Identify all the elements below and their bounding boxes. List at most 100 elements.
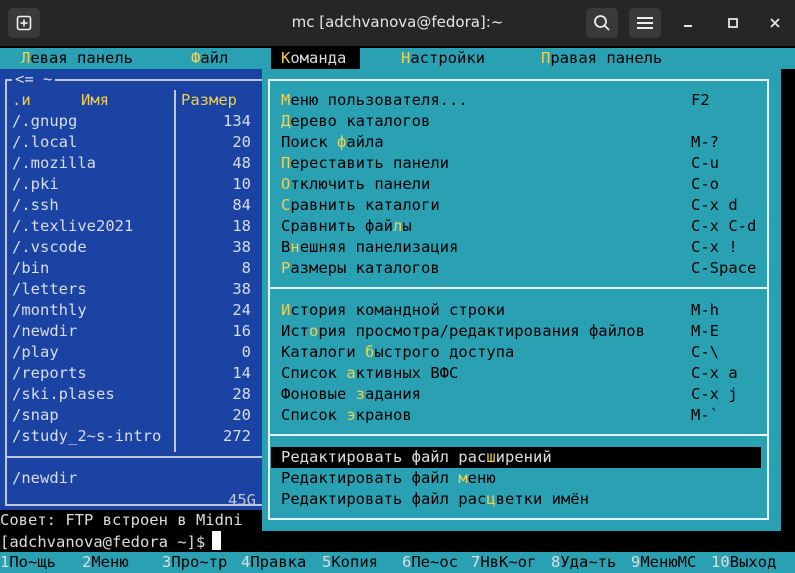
command-menu-item[interactable]: Сравнить файлы C-x C-d xyxy=(281,216,761,237)
command-menu-item[interactable]: Список экранов M-` xyxy=(281,405,761,426)
hint-line: Совет: FTP встроен в Midni xyxy=(0,510,262,531)
file-row-name[interactable]: /snap xyxy=(12,405,59,426)
menu-settings[interactable]: Настройки xyxy=(401,48,485,69)
file-row-size: 38 xyxy=(232,280,251,298)
item-shortcut: C-o xyxy=(691,175,719,193)
fkey-number: 10 xyxy=(711,553,730,571)
fkey-2[interactable]: 2Меню xyxy=(82,552,129,573)
column-header-size[interactable]: Размер xyxy=(181,90,237,111)
command-menu-item[interactable]: Отключить панели C-o xyxy=(281,174,761,195)
file-row-name[interactable]: /newdir xyxy=(12,321,77,342)
selected-file-info: /newdir xyxy=(12,469,78,487)
command-menu-item[interactable]: Меню пользователя... F2 xyxy=(281,90,761,111)
item-label: адания xyxy=(365,385,421,403)
command-menu-item[interactable]: Фоновые задания C-x j xyxy=(281,384,761,405)
file-row-name[interactable]: /play xyxy=(12,342,59,363)
fkey-5[interactable]: 5Копия xyxy=(322,552,378,573)
menu-separator xyxy=(268,287,769,289)
maximize-icon xyxy=(728,18,738,28)
command-menu-item[interactable]: История командной строки M-h xyxy=(281,300,761,321)
menu-right-panel[interactable]: Правая панель xyxy=(541,48,662,69)
file-row-name[interactable]: /letters xyxy=(12,279,87,300)
file-row-name[interactable]: /.texlive2021 xyxy=(12,216,133,237)
item-label: равнить каталоги xyxy=(290,196,440,214)
fkey-4[interactable]: 4Правка xyxy=(241,552,306,573)
command-menu-item[interactable]: Редактировать файл меню xyxy=(281,468,761,489)
item-hotkey-letter: О xyxy=(281,175,291,193)
item-hotkey-letter: о xyxy=(309,322,319,340)
fkey-label: Меню xyxy=(91,553,129,571)
item-label: Фоновые xyxy=(281,385,356,403)
fkey-number: 8 xyxy=(551,553,561,571)
file-row-size: 18 xyxy=(232,217,251,235)
item-shortcut: F2 xyxy=(691,91,710,109)
command-menu-item[interactable]: Редактировать файл расширений xyxy=(271,447,761,468)
close-button[interactable] xyxy=(764,12,786,34)
file-row-name[interactable]: /bin xyxy=(12,258,49,279)
item-label: Сравнить фай xyxy=(281,217,393,235)
command-menu-item[interactable]: Дерево каталогов xyxy=(281,111,761,132)
search-icon xyxy=(594,15,610,31)
menu-button[interactable] xyxy=(629,8,661,38)
maximize-button[interactable] xyxy=(722,12,744,34)
file-row-name[interactable]: /monthly xyxy=(12,300,87,321)
file-row-name[interactable]: /.gnupg xyxy=(12,111,77,132)
fkey-10[interactable]: 10Выход xyxy=(711,552,776,573)
mc-menubar: Левая панель Файл Команда Настройки Прав… xyxy=(0,48,795,69)
item-shortcut: C-u xyxy=(691,154,719,172)
search-button[interactable] xyxy=(586,8,618,38)
item-hotkey-letter: И xyxy=(281,301,291,319)
left-panel-status-divider xyxy=(5,456,262,458)
shell-prompt[interactable]: [adchvanova@fedora ~]$ xyxy=(0,531,222,552)
file-row-name[interactable]: /.local xyxy=(12,132,77,153)
command-menu-item[interactable]: Редактировать файл расцветки имён xyxy=(281,489,761,510)
file-row-size: 24 xyxy=(232,301,251,319)
menu-label: астройки xyxy=(410,49,485,67)
file-row-name[interactable]: /reports xyxy=(12,363,87,384)
window-title: mc [adchvanova@fedora]:~ xyxy=(291,13,504,31)
fkey-6[interactable]: 6Пе~ос xyxy=(402,552,458,573)
menu-left-panel[interactable]: Левая панель xyxy=(21,48,133,69)
file-row-name[interactable]: /.ssh xyxy=(12,195,59,216)
fkey-1[interactable]: 1По~щь xyxy=(0,552,56,573)
file-row-name[interactable]: /.pki xyxy=(12,174,59,195)
column-header-name[interactable]: Имя xyxy=(81,90,109,111)
item-label: ереставить панели xyxy=(290,154,449,172)
menu-file[interactable]: Файл xyxy=(191,48,228,69)
item-shortcut: C-x a xyxy=(691,364,738,382)
item-hotkey-letter: а xyxy=(346,364,356,382)
item-label: ыстрого доступа xyxy=(374,343,515,361)
fkey-9[interactable]: 9МенюMC xyxy=(631,552,696,573)
item-shortcut: C-\ xyxy=(691,343,719,361)
item-label: ктивных ВФС xyxy=(355,364,459,382)
file-row-name[interactable]: /.mozilla xyxy=(12,153,96,174)
command-menu-item[interactable]: Сравнить каталоги C-x d xyxy=(281,195,761,216)
command-menu-item[interactable]: Размеры каталогов C-Space xyxy=(281,258,761,279)
left-panel-path[interactable]: <= ~ xyxy=(12,69,56,90)
item-label: Ист xyxy=(281,322,309,340)
fkey-7[interactable]: 7НвК~ог xyxy=(471,552,536,573)
file-row-name[interactable]: /ski.plases xyxy=(12,384,115,405)
file-row-size: 38 xyxy=(232,238,251,256)
fkey-label: Выход xyxy=(729,553,777,571)
file-row-name[interactable]: /study_2~s-intro xyxy=(12,426,161,447)
fkey-3[interactable]: 3Про~тр xyxy=(162,552,227,573)
item-label: Поиск xyxy=(281,133,337,151)
command-menu-item[interactable]: История просмотра/редактирования файлов M… xyxy=(281,321,761,342)
file-row-size: 28 xyxy=(232,385,251,403)
command-menu-item[interactable]: Каталоги быстрого доступа C-\ xyxy=(281,342,761,363)
command-menu-item[interactable]: Внешняя панелизация C-x ! xyxy=(281,237,761,258)
item-label: Список xyxy=(281,364,347,382)
item-shortcut: C-Space xyxy=(691,259,757,277)
minimize-button[interactable] xyxy=(677,12,699,34)
item-shortcut: M-h xyxy=(691,301,719,319)
file-row-name[interactable]: /.vscode xyxy=(12,237,87,258)
command-menu-item[interactable]: Список активных ВФС C-x a xyxy=(281,363,761,384)
menu-command[interactable]: Команда xyxy=(271,48,360,69)
fkey-8[interactable]: 8Уда~ть xyxy=(551,552,616,573)
command-menu-item[interactable]: Поиск файла M-? xyxy=(281,132,761,153)
sort-indicator[interactable]: .и xyxy=(12,90,31,111)
command-menu-item[interactable]: Переставить панели C-u xyxy=(281,153,761,174)
menu-label: равая панель xyxy=(550,49,663,67)
item-hotkey-letter: Д xyxy=(281,112,291,130)
